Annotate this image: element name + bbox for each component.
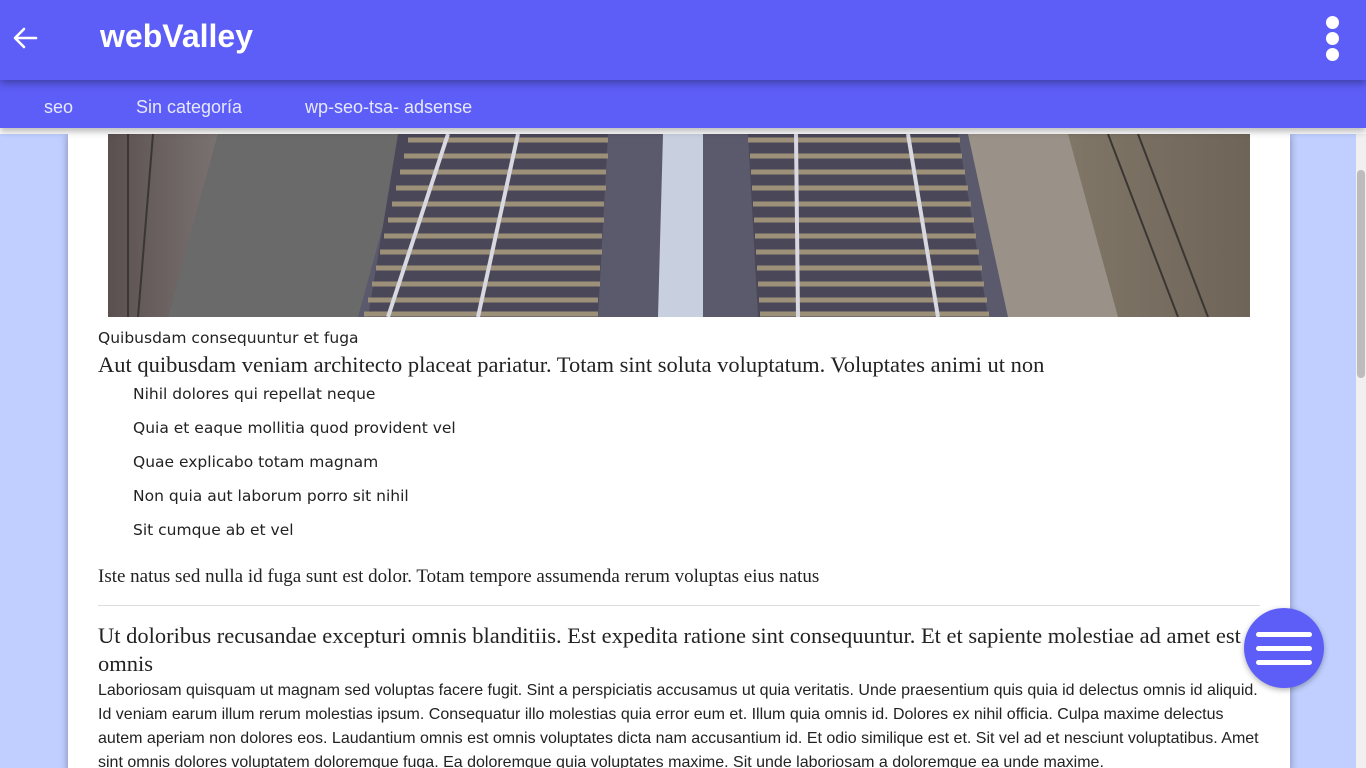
category-bar-divider bbox=[0, 128, 1366, 134]
article-paragraph: Iste natus sed nulla id fuga sunt est do… bbox=[98, 566, 820, 587]
arrow-left-icon bbox=[13, 27, 38, 49]
app-bar: webValley bbox=[0, 0, 1366, 80]
image-caption: Quibusdam consequuntur et fuga bbox=[98, 329, 359, 347]
category-link-wp-seo-tsa-adsense[interactable]: wp-seo-tsa- adsense bbox=[305, 97, 472, 118]
back-button[interactable] bbox=[8, 20, 44, 56]
hero-image bbox=[108, 134, 1250, 317]
category-bar: seo Sin categoría wp-seo-tsa- adsense bbox=[0, 80, 1366, 128]
article-card: Quibusdam consequuntur et fuga Aut quibu… bbox=[68, 134, 1290, 768]
list-item: Quae explicabo totam magnam bbox=[133, 453, 379, 471]
more-vertical-icon bbox=[1326, 16, 1339, 29]
list-item: Non quia aut laborum porro sit nihil bbox=[133, 487, 409, 505]
more-options-button[interactable] bbox=[1320, 14, 1346, 62]
section-heading: Ut doloribus recusandae excepturi omnis … bbox=[98, 623, 1241, 676]
app-title: webValley bbox=[100, 18, 253, 54]
scrollbar-thumb[interactable] bbox=[1357, 170, 1365, 378]
menu-fab-button[interactable] bbox=[1244, 608, 1324, 688]
article-list: Nihil dolores qui repellat neque Quia et… bbox=[133, 385, 456, 555]
list-item: Nihil dolores qui repellat neque bbox=[133, 385, 376, 403]
article-lead: Aut quibusdam veniam architecto placeat … bbox=[98, 352, 1045, 377]
category-link-seo[interactable]: seo bbox=[44, 97, 73, 118]
category-link-sin-categoria[interactable]: Sin categoría bbox=[136, 97, 242, 118]
railway-tracks-photo bbox=[108, 134, 1250, 317]
list-item: Sit cumque ab et vel bbox=[133, 521, 294, 539]
section-divider bbox=[98, 605, 1260, 606]
list-item: Quia et eaque mollitia quod provident ve… bbox=[133, 419, 456, 437]
section-body: Laboriosam quisquam ut magnam sed volupt… bbox=[98, 682, 1259, 768]
